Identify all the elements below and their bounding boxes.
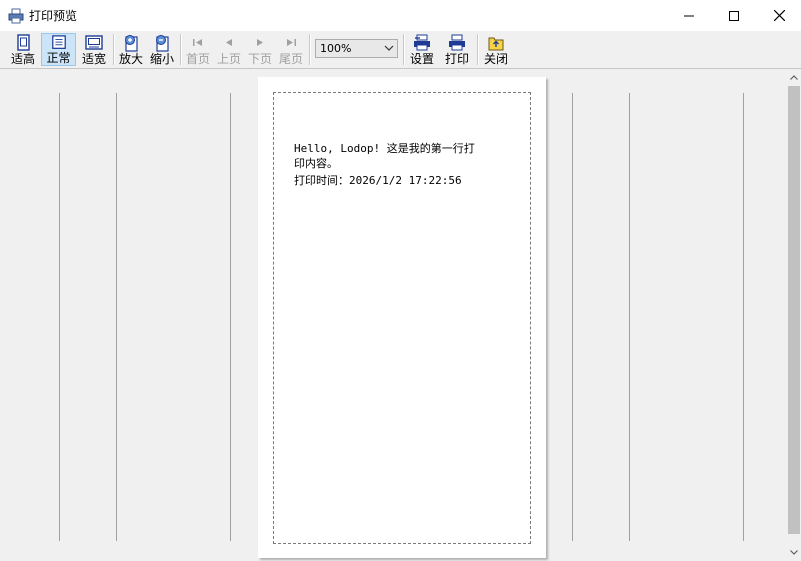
toolbar-separator (477, 34, 479, 65)
first-page-icon (193, 39, 202, 46)
last-page-icon (287, 39, 296, 46)
maximize-icon (729, 10, 739, 21)
scroll-down-button[interactable] (787, 544, 801, 561)
zoom-in-button[interactable]: 放大 (117, 33, 145, 66)
print-button[interactable]: 打印 (443, 33, 471, 66)
scroll-thumb[interactable] (788, 86, 800, 534)
prev-page-icon (226, 39, 232, 46)
last-page-button[interactable]: 尾页 (277, 33, 305, 66)
prev-page-button[interactable]: 上页 (215, 33, 243, 66)
window-title: 打印预览 (29, 9, 78, 23)
preview-page: Hello, Lodop! 这是我的第一行打印内容。 打印时间：2026/1/2… (258, 77, 546, 558)
zoom-out-button[interactable]: 缩小 (148, 33, 176, 66)
page-guide-line (116, 93, 117, 541)
print-time-line: 打印时间：2026/1/2 17:22:56 (294, 174, 462, 187)
next-page-button[interactable]: 下页 (246, 33, 274, 66)
close-button[interactable] (756, 0, 801, 31)
close-preview-button[interactable]: 关闭 (482, 33, 510, 66)
fit-height-icon (17, 34, 30, 51)
close-folder-icon (488, 37, 504, 51)
fit-height-button[interactable]: 适高 (7, 33, 39, 66)
fit-width-icon (85, 35, 103, 50)
preview-area: Hello, Lodop! 这是我的第一行打印内容。 打印时间：2026/1/2… (0, 69, 787, 561)
page-guide-line (572, 93, 573, 541)
printer-icon (8, 8, 24, 24)
minimize-icon (684, 15, 694, 16)
vertical-scrollbar[interactable] (787, 69, 801, 561)
scroll-up-button[interactable] (787, 69, 801, 86)
print-icon (449, 34, 465, 51)
chevron-up-icon (790, 75, 798, 80)
toolbar-separator (113, 34, 115, 65)
page-guide-line (743, 93, 744, 541)
print-content-line: Hello, Lodop! 这是我的第一行打印内容。 (294, 142, 475, 170)
normal-size-button[interactable]: 正常 (41, 33, 76, 66)
toolbar-separator (180, 34, 182, 65)
maximize-button[interactable] (711, 0, 757, 31)
toolbar: 适高 正常 适宽 放大 缩小 首页 上页 下页 尾页 设置 打印 关闭 (0, 31, 801, 69)
next-page-icon (257, 39, 263, 46)
page-guide-line (230, 93, 231, 541)
chevron-down-icon (384, 45, 394, 51)
title-bar: 打印预览 (0, 0, 801, 31)
normal-size-icon (51, 35, 66, 49)
minimize-button[interactable] (666, 0, 712, 31)
first-page-button[interactable]: 首页 (184, 33, 212, 66)
zoom-in-icon (125, 35, 138, 52)
chevron-down-icon (790, 550, 798, 555)
zoom-select[interactable]: 100% (315, 39, 398, 58)
zoom-value: 100% (320, 42, 352, 55)
page-guide-line (629, 93, 630, 541)
printer-setup-icon (414, 34, 430, 51)
toolbar-separator (403, 34, 405, 65)
printer-setup-button[interactable]: 设置 (408, 33, 436, 66)
close-icon (773, 10, 785, 21)
fit-width-button[interactable]: 适宽 (78, 33, 110, 66)
zoom-out-icon (156, 35, 169, 52)
toolbar-separator (309, 34, 311, 65)
page-guide-line (59, 93, 60, 541)
